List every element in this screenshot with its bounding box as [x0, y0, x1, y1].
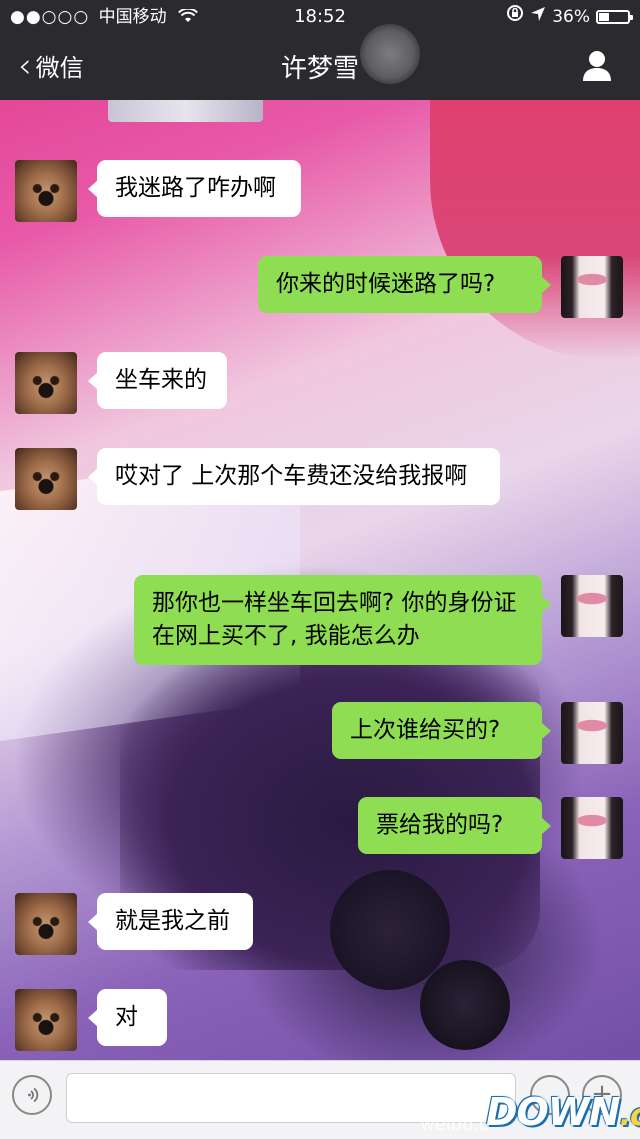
- incoming-message-bubble[interactable]: 就是我之前: [88, 893, 253, 950]
- rotation-lock-icon: [506, 0, 524, 34]
- chat-title: 许梦雪: [280, 54, 359, 84]
- down-watermark-suffix: .cc: [619, 1098, 640, 1133]
- person-icon: [583, 51, 611, 81]
- voice-input-button[interactable]: [12, 1075, 52, 1115]
- outgoing-message-bubble[interactable]: 你来的时候迷路了吗?: [258, 256, 551, 313]
- contact-info-button[interactable]: [582, 50, 612, 82]
- contact-avatar[interactable]: [15, 352, 77, 414]
- incoming-message-bubble[interactable]: 我迷路了咋办啊: [88, 160, 301, 217]
- chat-background-image: [0, 0, 640, 1138]
- my-avatar[interactable]: [561, 575, 623, 637]
- battery-percent: 36%: [552, 7, 590, 27]
- battery-fill: [599, 13, 609, 21]
- nav-bar: ‹ 微信 许梦雪: [0, 24, 640, 100]
- my-avatar[interactable]: [561, 797, 623, 859]
- weibo-watermark: weibo.c: [410, 1078, 489, 1135]
- incoming-message-bubble[interactable]: 坐车来的: [88, 352, 227, 409]
- outgoing-message-bubble[interactable]: 上次谁给买的?: [332, 702, 551, 759]
- contact-avatar[interactable]: [15, 893, 77, 955]
- status-bar: ●●○○○ 中国移动 18:52 36%: [0, 0, 640, 34]
- outgoing-message-bubble[interactable]: 票给我的吗?: [358, 797, 551, 854]
- bg-pink-cushion: [430, 100, 640, 360]
- contact-avatar[interactable]: [15, 160, 77, 222]
- assistive-touch-button[interactable]: [360, 24, 420, 84]
- down-cc-watermark: DOWN.cc: [486, 1090, 640, 1134]
- weibo-logo-icon: [420, 1078, 468, 1112]
- weibo-watermark-text: weibo.c: [420, 1114, 489, 1135]
- bg-camera-dial: [330, 870, 450, 990]
- down-watermark-text: DOWN: [486, 1090, 621, 1134]
- previous-image-message[interactable]: [108, 100, 263, 122]
- bg-camera-dial-small: [420, 960, 510, 1050]
- status-right: 36%: [506, 0, 633, 34]
- my-avatar[interactable]: [561, 256, 623, 318]
- voice-icon: [28, 1087, 39, 1103]
- battery-icon: [596, 10, 633, 24]
- top-bar: ●●○○○ 中国移动 18:52 36% ‹ 微信 许梦雪: [0, 0, 640, 100]
- contact-avatar[interactable]: [15, 448, 77, 510]
- outgoing-message-bubble[interactable]: 那你也一样坐车回去啊? 你的身份证在网上买不了, 我能怎么办: [134, 575, 551, 665]
- location-arrow-icon: [530, 0, 546, 34]
- my-avatar[interactable]: [561, 702, 623, 764]
- incoming-message-bubble[interactable]: 对: [88, 989, 167, 1046]
- incoming-message-bubble[interactable]: 哎对了 上次那个车费还没给我报啊: [88, 448, 500, 505]
- contact-avatar[interactable]: [15, 989, 77, 1051]
